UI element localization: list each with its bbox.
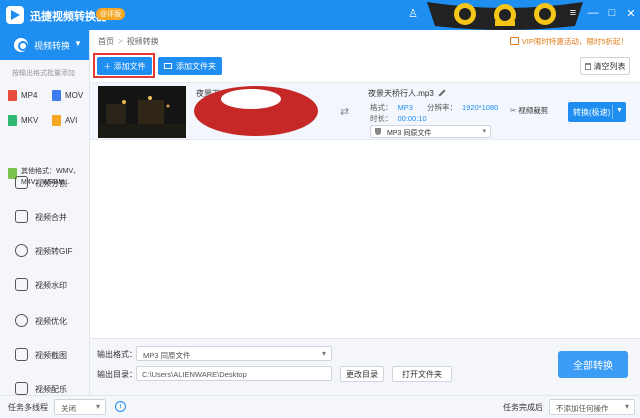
after-done-label: 任务完成后 [503,403,543,412]
sidebar-item-video-convert[interactable]: 视频转换 ▼ [0,30,89,60]
video-cut-button[interactable]: ✂ 视频裁剪 [510,105,548,116]
app-logo-icon [6,6,24,24]
edit-icon[interactable] [438,89,446,97]
convert-all-button[interactable]: 全部转换 [558,351,628,378]
sidebar-item-optimize[interactable]: 视频优化 [0,308,89,334]
sidebar-item-gif[interactable]: 视频转GIF [0,238,89,264]
output-dir-field[interactable]: C:\Users\ALIENWARE\Desktop [136,366,332,381]
chevron-down-icon: ▾ [321,349,326,358]
threads-label: 任务多线程 [8,403,48,412]
menu-icon[interactable]: ≡ [566,7,580,19]
breadcrumb: 首页 > 视频转换 [98,37,159,46]
output-format-dropdown[interactable]: MP3 同原文件 ▾ [136,346,332,361]
format-mov[interactable]: MOV [52,90,83,101]
convert-icon [14,38,28,52]
output-file-name[interactable]: 夜景天桥行人.mp3 [368,88,446,99]
optimize-icon [15,314,28,327]
split-icon [15,176,28,189]
sidebar-item-label: 视频转换 [34,41,71,51]
convert-button[interactable]: 转换(极速) ▼ [568,102,626,122]
sidebar-item-watermark[interactable]: 视频水印 [0,272,89,298]
status-bar: 任务多线程 关闭 ▾ i 任务完成后 不添加任何操作 ▾ [0,395,640,418]
threads-select[interactable]: 关闭 ▾ [54,399,106,415]
breadcrumb-current: 视频转换 [126,37,159,46]
shuffle-icon: ⇄ [340,106,350,118]
minimize-button[interactable]: — [586,7,600,19]
promo-link[interactable]: VIP限时特惠活动，限时5折起！ [509,36,628,47]
chevron-down-icon: ▾ [95,402,100,411]
merge-icon [15,210,28,223]
chevron-down-icon: ▾ [624,402,629,411]
gift-icon [509,37,519,45]
format-mp4[interactable]: MP4 [8,90,37,101]
file-row[interactable]: 夜景下 ⇄ 夜景天桥行人.mp3 格式： MP3 分辨率： 1920*1080 时长… [90,82,640,140]
maximize-button[interactable]: □ [605,7,619,19]
resolution-info: 分辨率： 1920*1080 [427,103,499,112]
mascot-banner-icon[interactable] [425,0,585,30]
info-icon[interactable]: i [115,401,126,412]
user-icon[interactable]: ♙ [406,7,420,20]
sidebar-item-screenshot[interactable]: 视频截图 [0,342,89,368]
redaction-mark [194,86,318,136]
after-done-select[interactable]: 不添加任何操作 ▾ [549,399,635,415]
clear-list-button[interactable]: 清空列表 [580,57,630,75]
sidebar-item-split[interactable]: 视频分割 [0,170,89,196]
open-folder-button[interactable]: 打开文件夹 [392,366,452,382]
duration-info: 时长： 00:00:10 [370,114,427,123]
add-file-button[interactable]: ＋ 添加文件 [97,57,152,75]
title-bar: 迅捷视频转换器 @评版 ♙ ≡ — □ ✕ [0,0,640,30]
format-hint: 按输出格式批量添加 [12,70,75,77]
folder-icon [164,63,172,69]
mkv-file-icon [8,115,17,126]
sidebar: 视频转换 ▼ 按输出格式批量添加 MP4 MOV MKV AVI 其他格式：WM… [0,30,90,395]
chevron-down-icon: ▾ [482,128,486,135]
chevron-down-icon: ▼ [74,39,82,48]
sidebar-item-merge[interactable]: 视频合并 [0,204,89,230]
audio-icon [375,128,381,135]
music-icon [15,382,28,395]
output-format-select[interactable]: MP3 同原文件 ▾ [370,125,491,138]
avi-file-icon [52,115,61,126]
change-dir-button[interactable]: 更改目录 [340,366,384,382]
mov-file-icon [52,90,61,101]
output-dir-label: 输出目录： [97,370,137,379]
trash-icon [584,62,591,70]
main-panel: 首页 > 视频转换 VIP限时特惠活动，限时5折起！ ＋ 添加文件 添加文件夹 清空… [90,30,640,395]
screenshot-icon [15,348,28,361]
sidebar-item-music[interactable]: 视频配乐 [0,376,89,395]
close-button[interactable]: ✕ [624,7,638,20]
watermark-icon [15,278,28,291]
breadcrumb-home[interactable]: 首页 [98,37,114,46]
gif-icon [15,244,28,257]
version-badge: @评版 [96,8,126,20]
add-folder-button[interactable]: 添加文件夹 [158,57,222,75]
output-format-label: 输出格式： [97,350,137,359]
format-avi[interactable]: AVI [52,115,77,126]
format-mkv[interactable]: MKV [8,115,38,126]
video-thumbnail [98,86,186,138]
mp4-file-icon [8,90,17,101]
chevron-down-icon[interactable]: ▼ [616,107,623,114]
scissors-icon: ✂ [510,106,517,115]
format-info: 格式： MP3 [370,103,413,112]
output-settings-panel: 输出格式： MP3 同原文件 ▾ 输出目录： C:\Users\ALIENWAR… [90,338,640,395]
